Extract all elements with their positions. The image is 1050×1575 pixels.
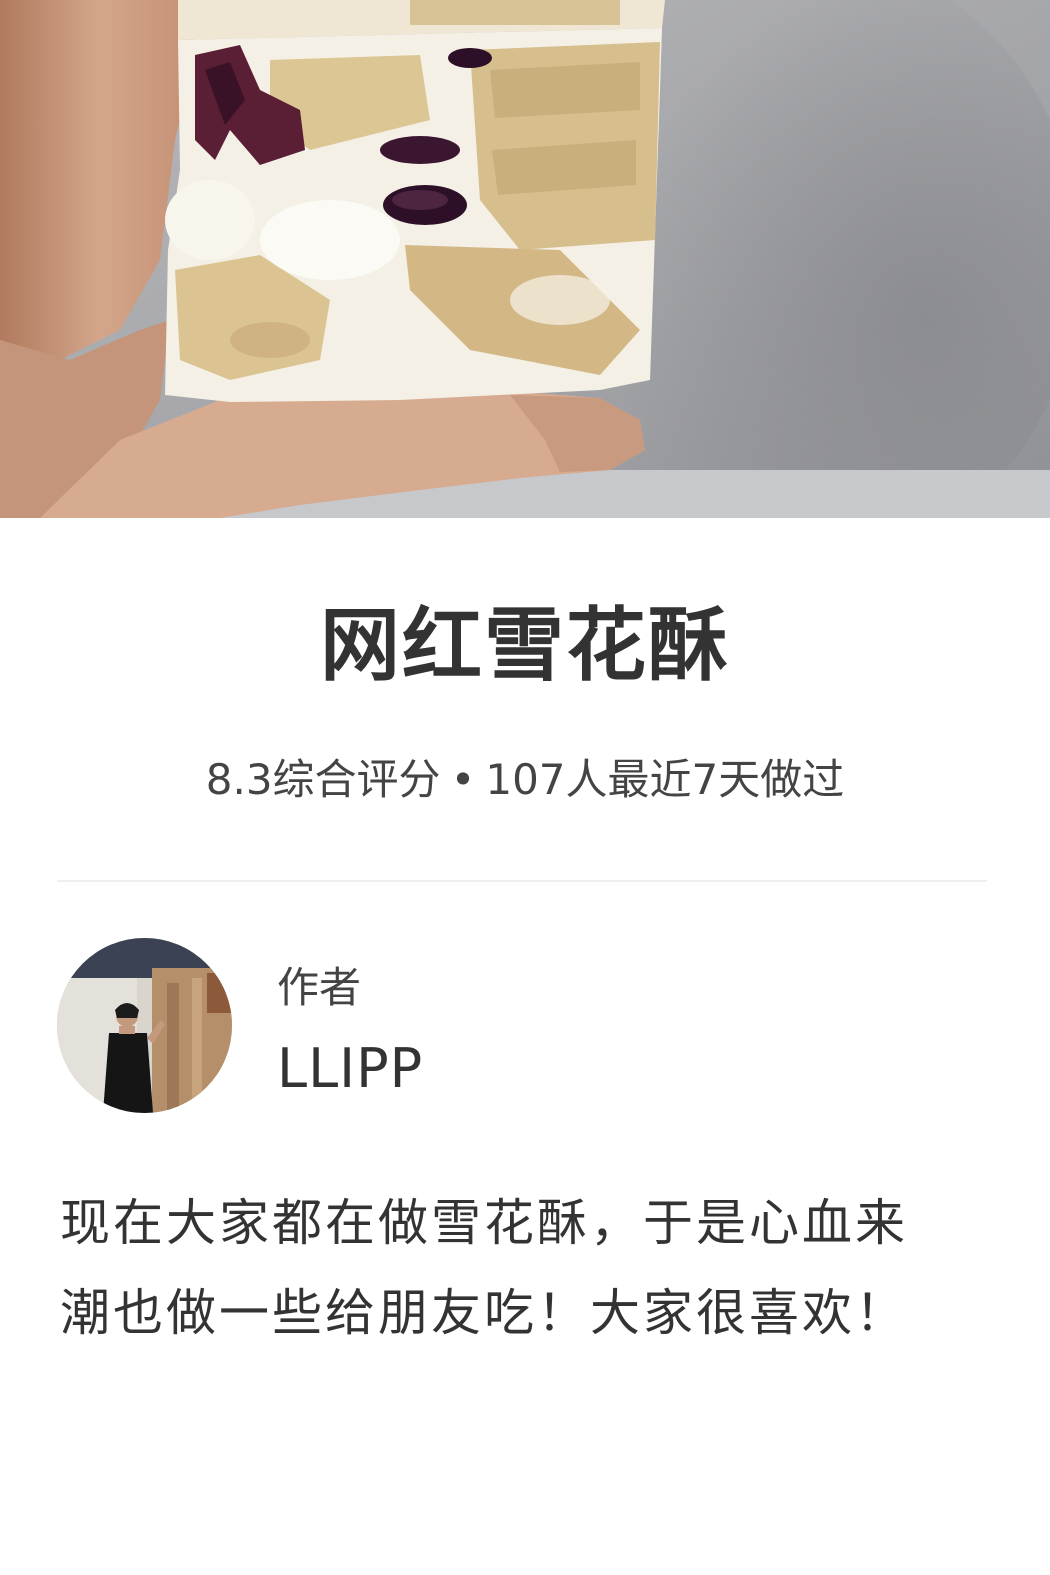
- section-divider: [57, 880, 987, 882]
- recipe-cover-image[interactable]: [0, 0, 1050, 518]
- cooked-count-text: 107人最近7天做过: [485, 755, 845, 804]
- author-name[interactable]: LLIPP: [277, 1036, 423, 1102]
- author-avatar[interactable]: [57, 938, 232, 1113]
- avatar-photo: [57, 938, 232, 1113]
- recipe-description: 现在大家都在做雪花酥，于是心血来 潮也做一些给朋友吃！大家很喜欢！: [60, 1178, 990, 1358]
- recipe-stats: 8.3综合评分 • 107人最近7天做过: [0, 752, 1050, 808]
- recipe-title: 网红雪花酥: [320, 599, 730, 692]
- separator-dot: •: [450, 755, 476, 804]
- description-line: 潮也做一些给朋友吃！大家很喜欢！: [60, 1284, 908, 1342]
- recipe-page: 网红雪花酥 8.3综合评分 • 107人最近7天做过 作者 LLIPP 现在大家…: [0, 0, 1050, 1575]
- description-line: 现在大家都在做雪花酥，于是心血来: [60, 1194, 908, 1252]
- rating-text: 8.3综合评分: [205, 755, 441, 804]
- author-label: 作者: [277, 963, 362, 1012]
- pastry-photo: [0, 0, 1050, 518]
- author-section[interactable]: 作者 LLIPP: [57, 938, 987, 1118]
